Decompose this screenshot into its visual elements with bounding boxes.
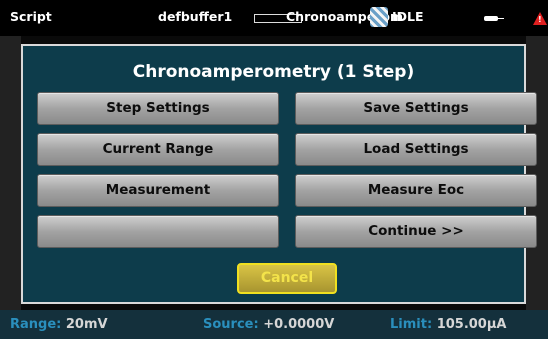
current-range-button[interactable]: Current Range	[37, 133, 279, 166]
measure-eoc-button[interactable]: Measure Eoc	[295, 174, 537, 207]
save-settings-button[interactable]: Save Settings	[295, 92, 537, 125]
measurement-button[interactable]: Measurement	[37, 174, 279, 207]
limit-value: 105.00µA	[436, 317, 507, 332]
background-left	[0, 36, 21, 310]
top-status-bar: Script defbuffer1 Chronoamperom IDLE !	[0, 0, 548, 36]
source-value: +0.0000V	[263, 317, 335, 332]
warning-icon[interactable]: !	[533, 12, 547, 25]
source-label: Source:	[203, 317, 259, 332]
person-activity-icon	[370, 7, 388, 27]
bottom-status-bar: Range: 20mV Source: +0.0000V Limit: 105.…	[0, 310, 548, 339]
continue-button[interactable]: Continue >>	[295, 215, 537, 248]
range-readout[interactable]: Range: 20mV	[10, 317, 108, 332]
load-settings-button[interactable]: Load Settings	[295, 133, 537, 166]
dialog-title: Chronoamperometry (1 Step)	[132, 62, 415, 82]
cancel-button[interactable]: Cancel	[237, 263, 337, 294]
limit-readout[interactable]: Limit: 105.00µA	[390, 317, 506, 332]
step-settings-button[interactable]: Step Settings	[37, 92, 279, 125]
chronoamperometry-dialog: Chronoamperometry (1 Step) Step Settings…	[21, 44, 537, 304]
limit-label: Limit:	[390, 317, 433, 332]
state-label[interactable]: IDLE	[392, 9, 424, 24]
buffer-name[interactable]: defbuffer1	[158, 9, 232, 24]
plug-icon	[484, 16, 504, 21]
warning-glyph: !	[538, 15, 542, 24]
empty-button[interactable]	[37, 215, 279, 248]
background-right	[526, 36, 548, 310]
range-value: 20mV	[65, 317, 108, 332]
range-label: Range:	[10, 317, 62, 332]
source-readout[interactable]: Source: +0.0000V	[203, 317, 334, 332]
mode-label[interactable]: Script	[10, 9, 52, 24]
